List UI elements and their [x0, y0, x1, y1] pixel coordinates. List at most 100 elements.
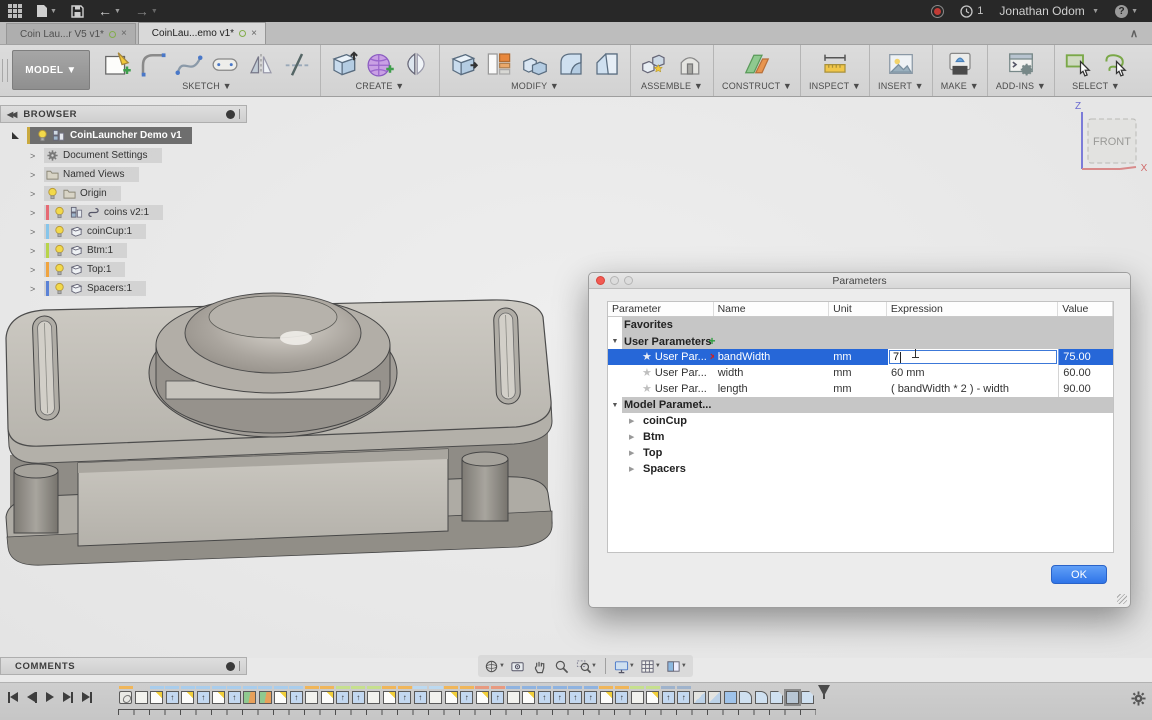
comments-panel-header[interactable]: COMMENTS [0, 657, 247, 675]
toolbar-group-label[interactable]: CREATE ▼ [356, 81, 405, 91]
create-sketch-icon[interactable] [102, 49, 132, 79]
feature-sketch-icon[interactable] [522, 691, 535, 704]
undo-button[interactable]: ←▼ [98, 3, 121, 19]
browser-item-origin[interactable]: >Origin [30, 186, 250, 201]
combine-icon[interactable] [520, 49, 550, 79]
bulb-icon[interactable] [53, 225, 66, 238]
browser-item-top-1[interactable]: >Top:1 [30, 262, 250, 277]
toolbar-group-label[interactable]: SKETCH ▼ [182, 81, 232, 91]
workspace-selector[interactable]: MODEL ▼ [12, 50, 90, 90]
toolbar-group-label[interactable]: MAKE ▼ [941, 81, 979, 91]
feature-sketch-icon[interactable] [646, 691, 659, 704]
form-icon[interactable] [365, 49, 395, 79]
feature-body-icon[interactable] [135, 691, 148, 704]
timeline-feature-fillet[interactable] [754, 686, 770, 704]
timeline-feature-chamfer[interactable] [769, 686, 785, 704]
browser-root-item[interactable]: CoinLauncher Demo v1 [12, 127, 250, 144]
expand-arrow-icon[interactable]: > [30, 227, 44, 237]
timeline-feature-sketch[interactable] [149, 686, 165, 704]
bulb-icon[interactable] [53, 206, 66, 219]
bulb-icon[interactable] [53, 244, 66, 257]
dialog-resize-grip[interactable] [1117, 594, 1127, 604]
look-at-button[interactable] [510, 658, 527, 675]
timeline-feature-joint[interactable] [242, 686, 258, 704]
timeline-feature-extrude[interactable] [552, 686, 568, 704]
toolbar-group-label[interactable]: ADD-INS ▼ [996, 81, 1046, 91]
orbit-button[interactable]: ▼ [484, 658, 505, 675]
model-parameter-group-coincup[interactable]: ▶coinCup [608, 413, 1113, 429]
expand-arrow-icon[interactable]: > [30, 208, 44, 218]
group-expander-icon[interactable]: ▼ [608, 338, 622, 345]
parameter-row-length[interactable]: ★User Par...lengthmm( bandWidth * 2 ) - … [608, 381, 1113, 397]
select-lasso-icon[interactable] [1099, 49, 1129, 79]
feature-chamfer-selected-icon[interactable] [786, 691, 799, 704]
timeline-feature-combine[interactable] [692, 686, 708, 704]
feature-combine-active-icon[interactable] [724, 691, 737, 704]
toolbar-group-label[interactable]: SELECT ▼ [1072, 81, 1120, 91]
timeline-feature-chamfer[interactable] [800, 686, 816, 704]
timeline-playhead[interactable] [818, 685, 830, 696]
column-header-name[interactable]: Name [714, 302, 830, 316]
redo-button[interactable]: →▼ [135, 3, 158, 19]
timeline-feature-extrude[interactable] [490, 686, 506, 704]
expand-arrow-icon[interactable]: > [30, 170, 44, 180]
pattern-icon[interactable] [401, 49, 431, 79]
parameter-group-modelparamet[interactable]: ▼Model Paramet... [608, 397, 1113, 413]
ok-button[interactable]: OK [1051, 565, 1107, 584]
timeline-feature-extrude[interactable] [196, 686, 212, 704]
parameter-expression-cell[interactable]: 7 [887, 349, 1058, 365]
expand-arrow-icon[interactable]: > [30, 284, 44, 294]
parameter-row-bandWidth[interactable]: ★User Par...×bandWidthmm775.00 [608, 349, 1113, 365]
timeline-feature-joint[interactable] [258, 686, 274, 704]
feature-extrude-icon[interactable] [615, 691, 628, 704]
timeline-feature-chamfer-selected[interactable] [785, 686, 801, 704]
subgroup-expander-icon[interactable]: ▶ [629, 417, 643, 425]
timeline-feature-sketch[interactable] [645, 686, 661, 704]
feature-extrude-icon[interactable] [352, 691, 365, 704]
subgroup-expander-icon[interactable]: ▶ [629, 433, 643, 441]
feature-sketch-icon[interactable] [600, 691, 613, 704]
timeline-settings-gear-icon[interactable] [1131, 691, 1146, 706]
feature-body-icon[interactable] [631, 691, 644, 704]
toolbar-group-label[interactable]: ASSEMBLE ▼ [641, 81, 703, 91]
feature-combine-icon[interactable] [693, 691, 706, 704]
feature-body-icon[interactable] [507, 691, 520, 704]
favorite-star-icon[interactable]: ★ [642, 365, 652, 381]
toolbar-grip[interactable] [2, 59, 8, 82]
feature-fillet-icon[interactable] [755, 691, 768, 704]
appearance-icon[interactable] [484, 49, 514, 79]
grid-settings-button[interactable]: ▼ [640, 658, 661, 675]
new-component-icon[interactable] [329, 49, 359, 79]
timeline-feature-extrude[interactable] [676, 686, 692, 704]
timeline-feature-extrude[interactable] [165, 686, 181, 704]
feature-extrude-icon[interactable] [414, 691, 427, 704]
toolbar-group-label[interactable]: INSERT ▼ [878, 81, 924, 91]
step-forward-button[interactable] [63, 691, 73, 703]
feature-extrude-icon[interactable] [491, 691, 504, 704]
insert-image-icon[interactable] [886, 49, 916, 79]
column-header-value[interactable]: Value [1058, 302, 1113, 316]
feature-chamfer-icon[interactable] [801, 691, 814, 704]
construction-plane-icon[interactable] [742, 49, 772, 79]
feature-extrude-icon[interactable] [662, 691, 675, 704]
timeline-feature-sketch[interactable] [599, 686, 615, 704]
file-menu-button[interactable]: ▼ [36, 4, 57, 18]
document-tab-1[interactable]: Coin Lau...r V5 v1*× [6, 23, 136, 44]
browser-display-toggle-icon[interactable] [226, 110, 235, 119]
sketch-fillet-icon[interactable] [138, 49, 168, 79]
step-back-button[interactable] [27, 691, 37, 703]
timeline-feature-sketch[interactable] [382, 686, 398, 704]
feature-extrude-icon[interactable] [677, 691, 690, 704]
column-header-unit[interactable]: Unit [829, 302, 887, 316]
timeline-feature-extrude[interactable] [537, 686, 553, 704]
parameter-expression-cell[interactable]: ( bandWidth * 2 ) - width [887, 381, 1058, 397]
app-launcher-icon[interactable] [8, 4, 22, 18]
timeline-feature-body[interactable] [304, 686, 320, 704]
browser-item-btm-1[interactable]: >Btm:1 [30, 243, 250, 258]
add-parameter-icon[interactable]: + [708, 334, 715, 348]
feature-joint-icon[interactable] [259, 691, 272, 704]
view-cube[interactable]: FRONT Z X [1062, 97, 1152, 207]
timeline-feature-body[interactable] [134, 686, 150, 704]
fillet-icon[interactable] [556, 49, 586, 79]
collapse-toolbar-chevron-icon[interactable]: ∧ [1130, 27, 1138, 40]
